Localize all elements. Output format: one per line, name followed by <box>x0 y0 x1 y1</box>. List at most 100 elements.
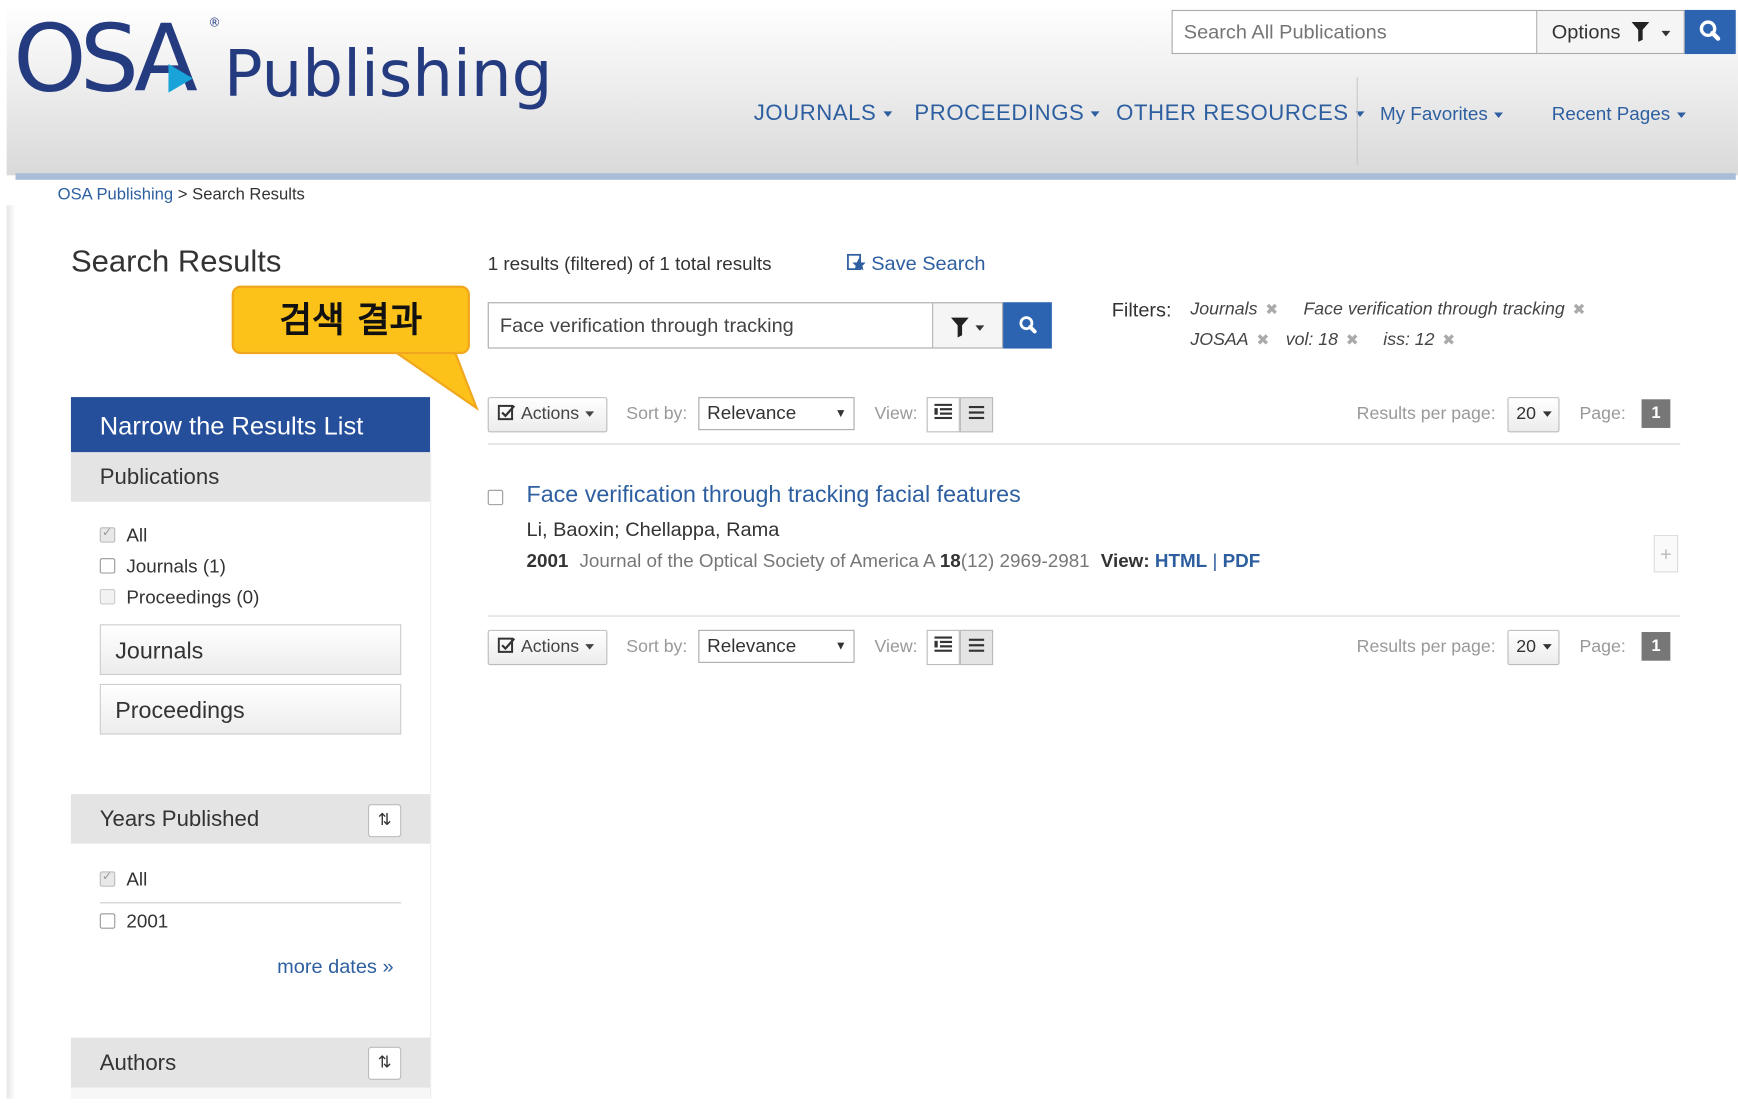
nav-recent-pages-label: Recent Pages <box>1551 103 1671 125</box>
annotation-callout: 검색 결과 <box>231 285 470 355</box>
sort-value: Relevance <box>707 635 797 657</box>
result-title-link[interactable]: Face verification through tracking facia… <box>526 482 1020 508</box>
chevron-down-icon <box>1542 411 1552 418</box>
checkbox-edit-icon <box>497 637 516 653</box>
filter-tag-label: JOSAA <box>1190 330 1249 350</box>
nav-other-resources-label: OTHER RESOURCES <box>1116 101 1349 126</box>
page-number-button[interactable]: 1 <box>1641 632 1671 661</box>
chevron-down-icon <box>585 644 595 650</box>
list-detail-icon <box>934 636 953 652</box>
list-icon <box>968 638 985 652</box>
funnel-icon <box>1631 22 1650 42</box>
view-detailed-button[interactable] <box>926 397 960 433</box>
filter-tag: iss: 12 ✖ <box>1383 331 1455 351</box>
global-search-input[interactable] <box>1172 11 1537 53</box>
nav-my-favorites-label: My Favorites <box>1379 103 1488 125</box>
years-sort-button[interactable]: ⇅ <box>367 804 402 838</box>
nav-other-resources[interactable]: OTHER RESOURCES <box>1116 101 1365 126</box>
nav-journals-label: JOURNALS <box>753 101 877 126</box>
filter-years-all[interactable]: All <box>99 869 147 891</box>
chevron-down-icon <box>1091 111 1100 118</box>
save-search-icon <box>847 253 866 271</box>
save-search-link[interactable]: Save Search <box>847 252 986 276</box>
save-search-label: Save Search <box>871 252 986 275</box>
remove-filter-icon[interactable]: ✖ <box>1256 331 1269 349</box>
filter-tag: Journals ✖ <box>1190 300 1278 320</box>
results-per-page-dropdown[interactable]: 20 <box>1507 397 1560 433</box>
page-number-button[interactable]: 1 <box>1641 399 1671 428</box>
query-search-button[interactable] <box>1003 302 1052 349</box>
content-panel-shadow <box>6 205 16 1099</box>
nav-recent-pages[interactable]: Recent Pages <box>1552 104 1686 126</box>
checkbox-icon[interactable] <box>99 869 116 887</box>
chevron-down-icon <box>585 411 595 418</box>
actions-dropdown[interactable]: Actions <box>487 397 608 433</box>
breadcrumb-current: Search Results <box>192 185 305 205</box>
dropdown-arrow-icon: ▼ <box>834 407 847 421</box>
result-select-checkbox[interactable] <box>487 489 504 506</box>
checkbox-icon[interactable] <box>99 912 116 929</box>
filter-label: Journals (1) <box>126 555 226 577</box>
global-search-button[interactable] <box>1684 9 1736 55</box>
proceedings-button[interactable]: Proceedings <box>99 683 402 735</box>
page-title: Search Results <box>70 243 282 278</box>
result-issue-pages: (12) 2969-2981 <box>960 550 1090 572</box>
filter-tag: vol: 18 ✖ <box>1286 331 1359 351</box>
remove-filter-icon[interactable]: ✖ <box>1265 300 1278 318</box>
result-expand-button[interactable]: + <box>1653 534 1679 573</box>
checkbox-icon[interactable] <box>99 557 116 574</box>
sidebar-heading: Narrow the Results List <box>70 397 431 453</box>
sort-select[interactable]: Relevance ▼ <box>698 397 855 431</box>
remove-filter-icon[interactable]: ✖ <box>1572 300 1585 318</box>
sort-value: Relevance <box>707 402 797 424</box>
filter-publications-journals[interactable]: Journals (1) <box>99 555 226 578</box>
authors-sort-button[interactable]: ⇅ <box>367 1046 402 1080</box>
result-html-link[interactable]: HTML <box>1155 550 1207 571</box>
remove-filter-icon[interactable]: ✖ <box>1346 331 1359 349</box>
dropdown-arrow-icon: ▼ <box>834 639 847 653</box>
sort-select[interactable]: Relevance ▼ <box>698 629 855 663</box>
results-per-page-value: 20 <box>1516 404 1537 424</box>
filter-publications-all[interactable]: All <box>99 524 147 547</box>
view-compact-button[interactable] <box>959 629 994 666</box>
result-volume: 18 <box>939 550 961 572</box>
results-toolbar-top: Actions Sort by: Relevance ▼ View: Result… <box>487 397 1681 435</box>
result-view-label: View: <box>1100 550 1150 572</box>
header-divider <box>15 173 1736 180</box>
chevron-down-icon <box>1676 112 1686 119</box>
logo-registered-mark: ® <box>208 15 221 30</box>
global-search-field[interactable] <box>1171 9 1538 55</box>
view-compact-button[interactable] <box>959 397 994 433</box>
result-pdf-link[interactable]: PDF <box>1223 550 1261 571</box>
result-link-separator: | <box>1207 550 1223 572</box>
query-field[interactable] <box>487 302 934 349</box>
query-input[interactable] <box>488 303 933 348</box>
search-options-button[interactable]: Options <box>1537 9 1685 55</box>
journals-button[interactable]: Journals <box>99 624 402 676</box>
filters-label: Filters: <box>1111 298 1172 321</box>
page-label: Page: <box>1579 404 1626 424</box>
breadcrumb-home-link[interactable]: OSA Publishing <box>58 185 174 204</box>
checkbox-icon[interactable] <box>99 524 116 543</box>
results-summary: 1 results (filtered) of 1 total results <box>487 253 772 275</box>
result-year: 2001 <box>526 550 569 572</box>
nav-journals[interactable]: JOURNALS <box>754 101 892 126</box>
page-label: Page: <box>1579 637 1626 657</box>
filter-tag-label: vol: 18 <box>1285 330 1338 350</box>
view-detailed-button[interactable] <box>926 629 960 666</box>
search-icon <box>1019 316 1037 334</box>
nav-my-favorites[interactable]: My Favorites <box>1379 103 1504 126</box>
more-dates-link[interactable]: more dates » <box>277 955 393 978</box>
sort-label: Sort by: <box>626 404 688 424</box>
filter-years-2001[interactable]: 2001 <box>99 911 168 933</box>
query-filter-button[interactable] <box>933 302 1004 349</box>
results-per-page-dropdown[interactable]: 20 <box>1507 629 1560 666</box>
chevron-down-icon <box>883 111 892 118</box>
list-detail-icon <box>934 403 953 420</box>
filter-label: Proceedings (0) <box>126 586 260 608</box>
view-label: View: <box>874 404 918 424</box>
actions-dropdown[interactable]: Actions <box>487 629 608 666</box>
nav-proceedings[interactable]: PROCEEDINGS <box>914 101 1100 126</box>
logo-triangle-icon <box>168 63 193 93</box>
remove-filter-icon[interactable]: ✖ <box>1442 331 1455 349</box>
